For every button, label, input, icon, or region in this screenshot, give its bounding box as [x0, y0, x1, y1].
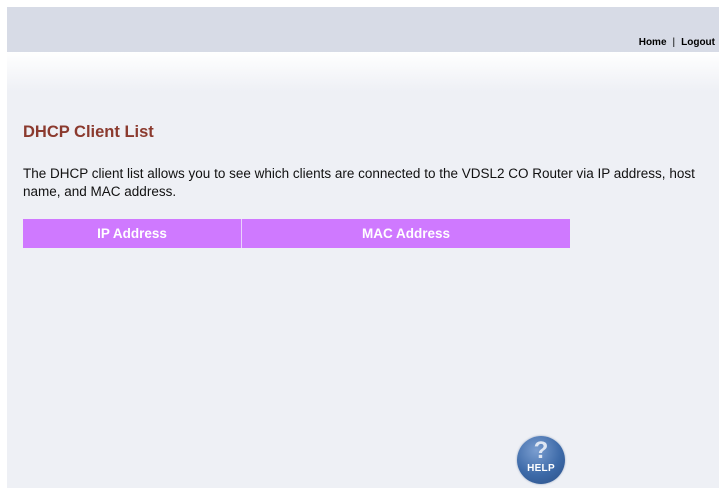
content-panel: DHCP Client List The DHCP client list al… [7, 52, 719, 488]
column-header-mac-address: MAC Address [241, 219, 570, 248]
page: Home | Logout DHCP Client List The DHCP cl… [0, 0, 719, 488]
column-header-ip-address: IP Address [23, 219, 242, 248]
help-button[interactable]: ? HELP [517, 436, 565, 484]
dhcp-client-table: IP Address MAC Address [23, 219, 570, 248]
help-label: HELP [527, 463, 555, 474]
home-link[interactable]: Home [639, 37, 667, 48]
nav-separator: | [672, 37, 676, 48]
logout-link[interactable]: Logout [681, 37, 715, 48]
top-bar: Home | Logout [7, 7, 719, 52]
page-title: DHCP Client List [23, 123, 154, 141]
table-header-row: IP Address MAC Address [23, 219, 570, 248]
page-description: The DHCP client list allows you to see w… [23, 166, 695, 199]
top-nav: Home | Logout [639, 37, 715, 48]
question-mark-icon: ? [533, 437, 549, 464]
